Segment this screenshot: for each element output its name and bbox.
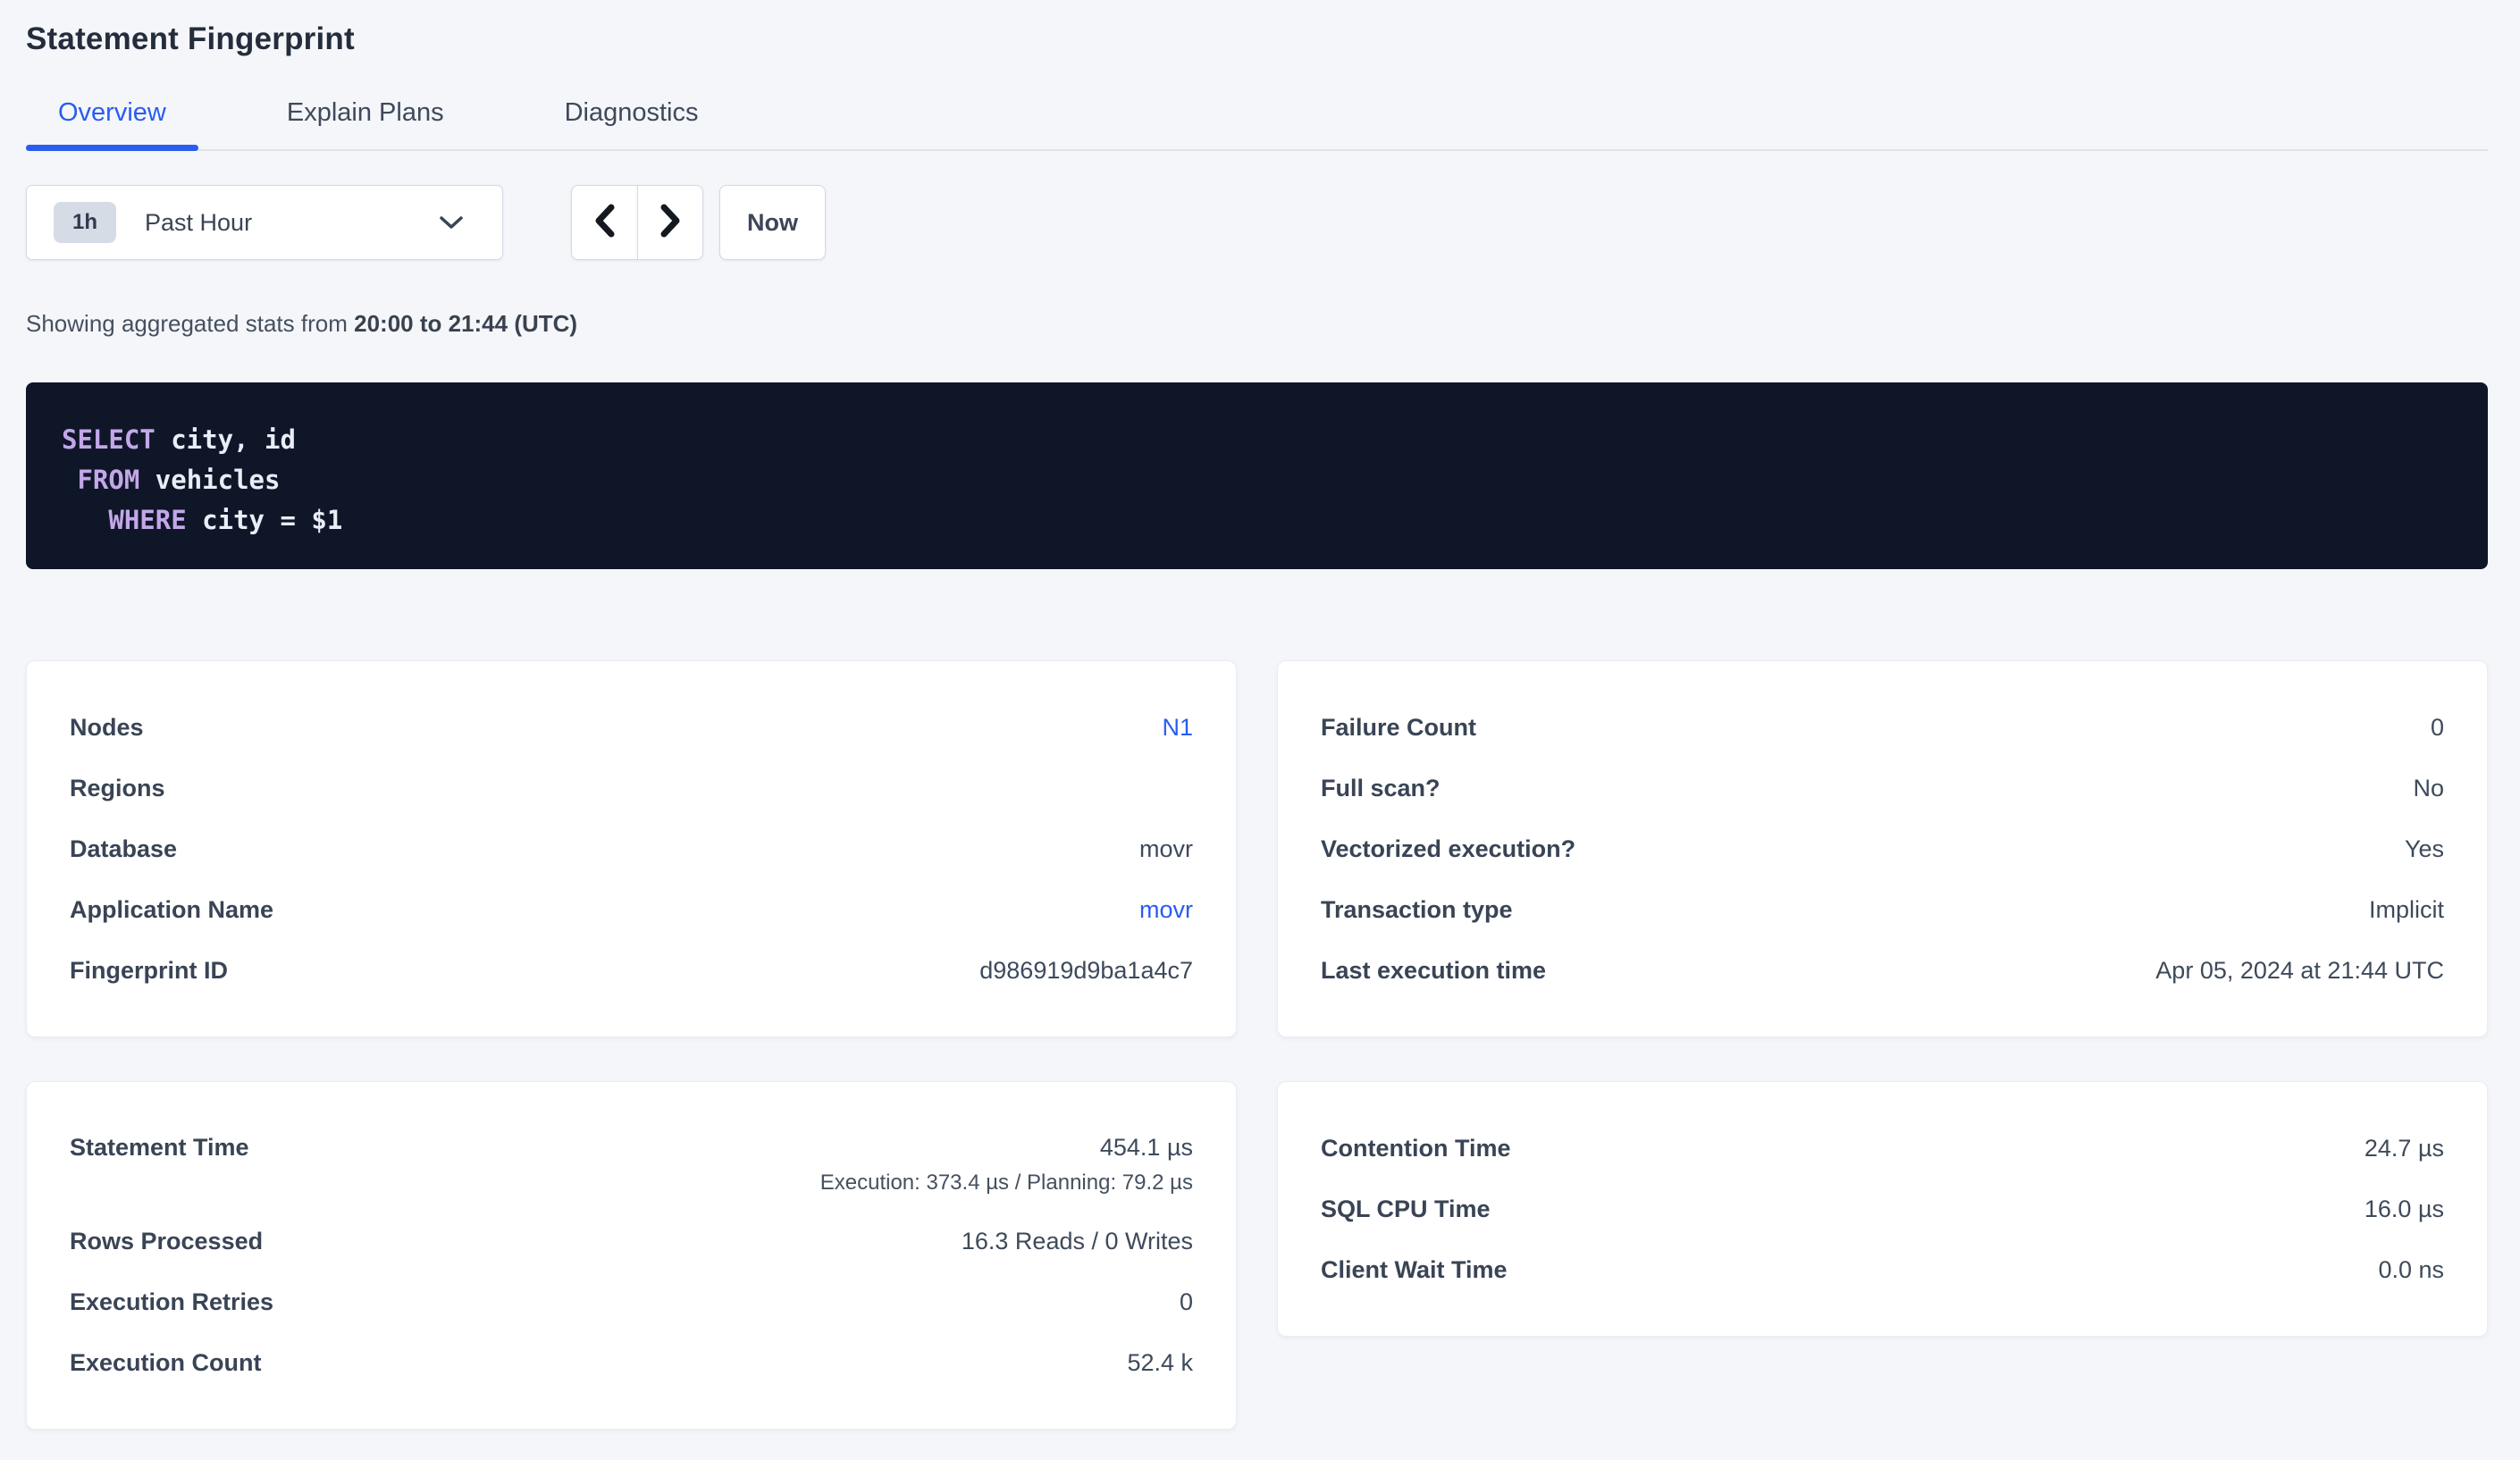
sql-line: WHERE city = $1 [62,505,342,535]
sql-text: city = $1 [187,505,343,535]
stat-label: Full scan? [1321,775,1441,802]
stat-label: Regions [70,775,165,802]
aggregated-stats-range: 20:00 to 21:44 (UTC) [354,310,577,337]
time-range-badge: 1h [54,202,116,243]
now-button[interactable]: Now [719,185,826,260]
sql-text: city, id [155,424,296,455]
stat-value: 454.1 µs [1100,1134,1193,1162]
time-range-label: Past Hour [145,209,252,237]
chevron-left-icon [592,203,617,243]
stat-value: 0 [1180,1288,1193,1316]
stat-row: Statement Time 454.1 µs Execution: 373.4 µ… [70,1118,1193,1211]
stat-value: 16.3 Reads / 0 Writes [962,1228,1193,1255]
page-title: Statement Fingerprint [26,21,2488,57]
sql-keyword: FROM [77,465,139,495]
stat-card-wait-timing: Contention Time 24.7 µs SQL CPU Time 16.0 µ… [1277,1081,2488,1337]
stat-row: Failure Count 0 [1321,697,2444,758]
stat-label: Failure Count [1321,714,1476,742]
stat-label: Database [70,835,177,863]
stat-main-line: Statement Time 454.1 µs [70,1134,1193,1162]
stat-row: Regions [70,758,1193,818]
stat-label: Application Name [70,896,273,924]
stat-value: d986919d9ba1a4c7 [979,957,1193,985]
sql-keyword: WHERE [108,505,186,535]
stat-card-overview-details-right: Failure Count 0 Full scan? No Vectorized exe… [1277,660,2488,1037]
sql-text [62,465,77,495]
stat-value: Implicit [2369,896,2444,924]
stat-label: Client Wait Time [1321,1256,1508,1284]
stat-value: 0 [2431,714,2444,742]
stat-row: Execution Count 52.4 k [70,1332,1193,1393]
stat-label: SQL CPU Time [1321,1196,1491,1223]
stat-label: Vectorized execution? [1321,835,1575,863]
stat-label: Statement Time [70,1134,249,1162]
stat-value: 0.0 ns [2378,1256,2444,1284]
tab-bar: Overview Explain Plans Diagnostics [26,98,2488,151]
stat-label: Contention Time [1321,1135,1511,1162]
stat-row: SQL CPU Time 16.0 µs [1321,1179,2444,1239]
stat-value: 52.4 k [1127,1349,1193,1377]
stat-label: Transaction type [1321,896,1513,924]
stat-label: Last execution time [1321,957,1546,985]
sql-line: SELECT city, id [62,424,296,455]
stat-value-link[interactable]: N1 [1162,714,1193,742]
aggregated-stats-prefix: Showing aggregated stats from [26,310,354,337]
chevron-right-icon [658,203,683,243]
sql-statement-box: SELECT city, id FROM vehicles WHERE city… [26,382,2488,569]
previous-interval-button[interactable] [571,185,637,260]
stat-row: Transaction type Implicit [1321,879,2444,940]
next-interval-button[interactable] [637,185,703,260]
stat-value: Apr 05, 2024 at 21:44 UTC [2155,957,2444,985]
stat-row: Vectorized execution? Yes [1321,818,2444,879]
stat-row: Nodes N1 [70,697,1193,758]
sql-line: FROM vehicles [62,465,280,495]
stat-value: movr [1139,835,1193,863]
tab-diagnostics[interactable]: Diagnostics [533,98,731,149]
stat-label: Execution Count [70,1349,262,1377]
time-pager [571,185,703,260]
sql-keyword: SELECT [62,424,155,455]
stat-value: 24.7 µs [2365,1135,2444,1162]
stat-value: Yes [2405,835,2444,863]
stat-card-statement-timing: Statement Time 454.1 µs Execution: 373.4 µ… [26,1081,1237,1430]
stat-row: Full scan? No [1321,758,2444,818]
stat-label: Rows Processed [70,1228,263,1255]
stat-label: Fingerprint ID [70,957,228,985]
stat-value-link[interactable]: movr [1139,896,1193,924]
sql-text: vehicles [139,465,280,495]
tab-explain-plans[interactable]: Explain Plans [255,98,476,149]
stat-row: Contention Time 24.7 µs [1321,1118,2444,1179]
stat-row: Execution Retries 0 [70,1271,1193,1332]
aggregated-stats-note: Showing aggregated stats from 20:00 to 2… [26,310,2488,338]
stat-row: Database movr [70,818,1193,879]
stat-row: Last execution time Apr 05, 2024 at 21:44… [1321,940,2444,1001]
stats-cards-grid: NodesN1RegionsDatabasemovrApplication Na… [26,660,2488,1430]
sql-text [62,505,108,535]
stat-label: Nodes [70,714,144,742]
stat-row: Fingerprint ID d986919d9ba1a4c7 [70,940,1193,1001]
stat-row: Rows Processed 16.3 Reads / 0 Writes [70,1211,1193,1271]
time-range-dropdown[interactable]: 1h Past Hour [26,185,503,260]
time-toolbar: 1h Past Hour [26,185,2488,260]
stat-label: Execution Retries [70,1288,273,1316]
statement-fingerprint-page: Statement Fingerprint Overview Explain Pl… [0,21,2520,1430]
tab-overview[interactable]: Overview [26,98,198,149]
stat-card-overview-details-left: NodesN1RegionsDatabasemovrApplication Na… [26,660,1237,1037]
chevron-down-icon [438,214,465,231]
stat-row: Application Name movr [70,879,1193,940]
stat-value: No [2413,775,2444,802]
stat-subvalue: Execution: 373.4 µs / Planning: 79.2 µs [70,1171,1193,1196]
stat-row: Client Wait Time 0.0 ns [1321,1239,2444,1300]
stat-value: 16.0 µs [2365,1196,2444,1223]
